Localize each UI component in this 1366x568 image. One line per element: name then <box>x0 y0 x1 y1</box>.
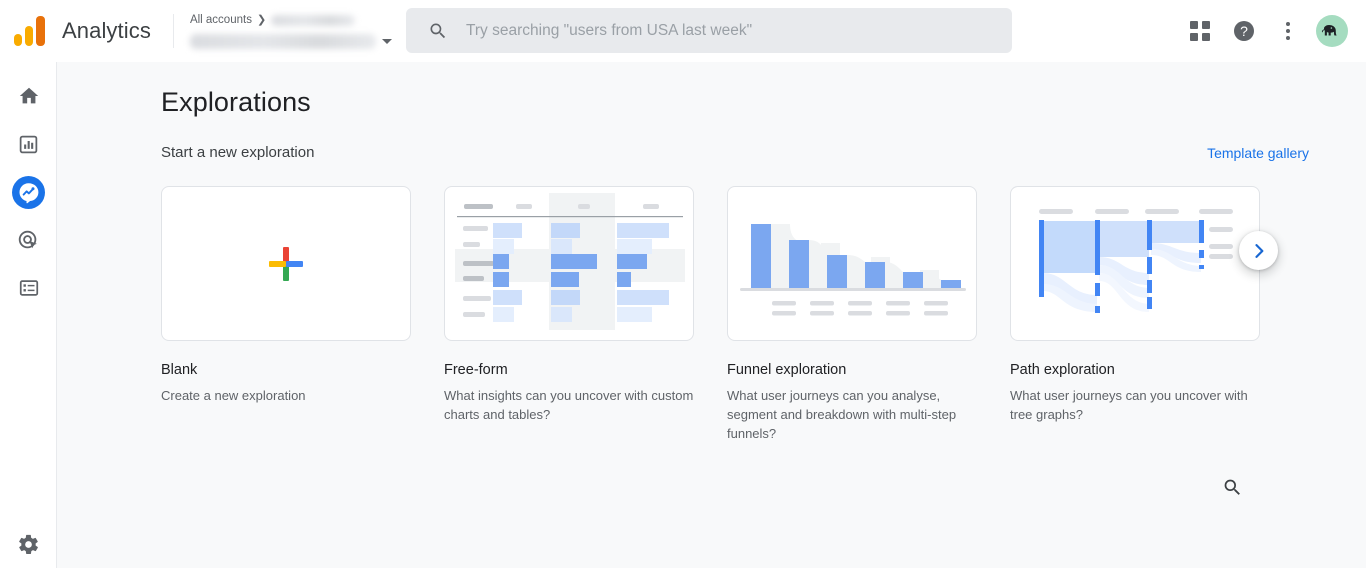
analytics-logo-icon <box>14 15 48 46</box>
more-options-button[interactable] <box>1266 9 1310 53</box>
more-options-icon <box>1286 22 1290 40</box>
card-title: Blank <box>161 362 198 378</box>
search-icon <box>1224 479 1240 495</box>
gear-icon <box>19 534 38 554</box>
help-icon: ? <box>1234 21 1254 41</box>
sidebar-item-advertising[interactable] <box>0 216 57 264</box>
avatar[interactable] <box>1316 15 1348 47</box>
chevron-right-icon <box>1254 243 1263 258</box>
breadcrumb-all-accounts[interactable]: All accounts <box>190 14 252 26</box>
card-blank-thumbnail[interactable] <box>161 186 411 341</box>
breadcrumb: All accounts ❯ <box>190 12 400 28</box>
chevron-down-icon[interactable] <box>381 39 392 44</box>
explore-icon <box>12 175 45 209</box>
card-free-form[interactable]: Free-form What insights can you uncover … <box>444 186 694 444</box>
avatar-elephant-icon <box>1319 18 1345 44</box>
card-description: What user journeys can you analyse, segm… <box>727 388 957 442</box>
left-nav-rail <box>0 62 57 568</box>
list-icon <box>19 280 38 296</box>
search-input[interactable] <box>466 21 1012 40</box>
section-label: Start a new exploration <box>161 144 315 161</box>
header-divider <box>172 13 174 48</box>
card-description: Create a new exploration <box>161 388 306 404</box>
card-blank[interactable]: Blank Create a new exploration <box>161 186 411 444</box>
sidebar-item-admin[interactable] <box>0 520 57 568</box>
page-title: Explorations <box>161 87 311 117</box>
card-funnel-exploration[interactable]: Funnel exploration What user journeys ca… <box>727 186 977 444</box>
home-icon <box>19 87 38 104</box>
template-gallery-link[interactable]: Template gallery <box>1207 145 1309 161</box>
search-bar[interactable] <box>406 8 1012 53</box>
card-title: Free-form <box>444 362 508 378</box>
breadcrumb-account-redacted <box>271 14 356 26</box>
exploration-cards: Blank Create a new exploration Free-form… <box>161 186 1260 444</box>
svg-text:?: ? <box>1240 23 1248 39</box>
apps-grid-button[interactable] <box>1178 9 1222 53</box>
breadcrumb-separator-icon: ❯ <box>256 13 267 26</box>
funnel-chart-thumbnail <box>740 224 966 316</box>
sidebar-item-configure[interactable] <box>0 264 57 312</box>
reports-icon <box>19 135 38 153</box>
table-chart-thumbnail <box>455 193 685 330</box>
explorations-search-button[interactable] <box>1212 467 1252 507</box>
account-selector[interactable]: All accounts ❯ <box>189 12 400 49</box>
sidebar-item-reports[interactable] <box>0 120 57 168</box>
card-title: Path exploration <box>1010 362 1115 378</box>
sidebar-item-explore[interactable] <box>0 168 57 216</box>
app-header: Analytics All accounts ❯ ? <box>0 0 1366 62</box>
help-button[interactable]: ? <box>1222 9 1266 53</box>
apps-grid-icon <box>1190 21 1210 41</box>
search-icon <box>430 23 446 38</box>
main-content: Explorations Start a new exploration Tem… <box>57 62 1366 568</box>
header-actions: ? <box>1178 0 1356 62</box>
property-name-redacted <box>189 34 376 49</box>
plus-icon <box>269 246 303 281</box>
path-sankey-thumbnail <box>1039 209 1233 313</box>
brand-title: Analytics <box>62 17 151 43</box>
target-icon <box>18 230 37 248</box>
sidebar-item-home[interactable] <box>0 72 57 120</box>
next-templates-button[interactable] <box>1239 231 1278 270</box>
card-path-exploration[interactable]: Path exploration What user journeys can … <box>1010 186 1260 444</box>
card-description: What insights can you uncover with custo… <box>444 388 694 423</box>
card-title: Funnel exploration <box>727 362 847 378</box>
card-funnel-thumbnail[interactable] <box>727 186 977 341</box>
card-description: What user journeys can you uncover with … <box>1010 388 1248 423</box>
card-path-thumbnail[interactable] <box>1010 186 1260 341</box>
card-free-form-thumbnail[interactable] <box>444 186 694 341</box>
